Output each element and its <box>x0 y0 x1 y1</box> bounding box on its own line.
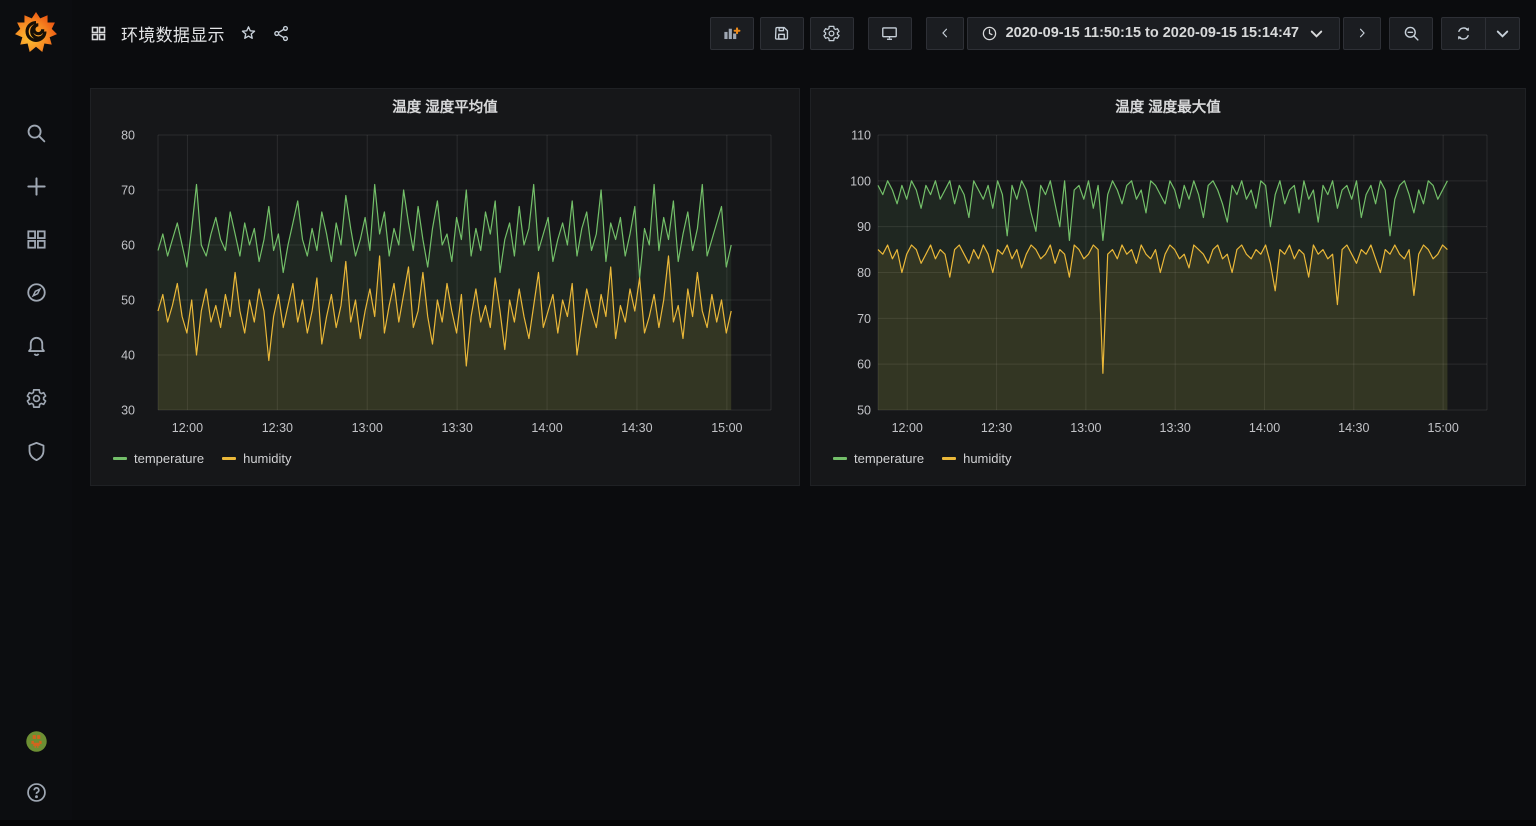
svg-text:12:00: 12:00 <box>892 421 923 435</box>
save-dashboard-button[interactable] <box>759 16 804 50</box>
svg-text:60: 60 <box>857 358 871 372</box>
sidebar <box>0 0 72 826</box>
time-range-label: 2020-09-15 11:50:15 to 2020-09-15 15:14:… <box>1005 25 1299 41</box>
add-icon[interactable] <box>25 175 48 198</box>
panel-avg: 温度 湿度平均值 30 40 50 60 70 80 12:00 12:30 13:00 13:3… <box>90 88 800 486</box>
window-bottom-edge <box>0 820 1536 826</box>
svg-text:14:00: 14:00 <box>1249 421 1280 435</box>
dashboard-title[interactable]: 环境数据显示 <box>121 21 225 46</box>
add-panel-button[interactable] <box>709 16 754 50</box>
alerting-bell-icon[interactable] <box>25 334 48 357</box>
zoom-out-time-button[interactable] <box>1389 16 1433 50</box>
time-back-button[interactable] <box>925 16 964 50</box>
refresh-split-button <box>1441 16 1520 50</box>
svg-text:50: 50 <box>121 294 135 308</box>
svg-text:30: 30 <box>121 404 135 418</box>
svg-text:15:00: 15:00 <box>1428 421 1459 435</box>
legend-item-temperature[interactable]: temperature <box>113 451 204 466</box>
refresh-interval-dropdown[interactable] <box>1485 16 1520 50</box>
star-icon[interactable] <box>239 24 258 43</box>
dashboards-grid-icon <box>90 25 107 42</box>
dashboard-settings-button[interactable] <box>809 16 854 50</box>
legend-dash-humidity <box>942 457 957 460</box>
search-icon[interactable] <box>25 122 48 145</box>
svg-text:12:30: 12:30 <box>981 421 1012 435</box>
svg-text:14:00: 14:00 <box>531 421 562 435</box>
svg-text:15:00: 15:00 <box>711 421 742 435</box>
legend-label: temperature <box>134 451 205 466</box>
svg-text:70: 70 <box>121 184 135 198</box>
grafana-logo-icon[interactable] <box>13 9 59 55</box>
avatar[interactable] <box>18 723 54 759</box>
legend: temperature humidity <box>833 451 1525 466</box>
svg-text:13:00: 13:00 <box>352 421 383 435</box>
svg-text:80: 80 <box>121 129 135 143</box>
chart-avg[interactable]: 30 40 50 60 70 80 12:00 12:30 13:00 13:30 14:00 14:… <box>91 123 799 445</box>
legend-item-humidity[interactable]: humidity <box>942 451 1012 466</box>
refresh-button[interactable] <box>1441 16 1485 50</box>
configuration-gear-icon[interactable] <box>25 387 48 410</box>
time-range-picker[interactable]: 2020-09-15 11:50:15 to 2020-09-15 15:14:… <box>966 16 1340 50</box>
legend-label: temperature <box>854 451 925 466</box>
legend: temperature humidity <box>113 451 799 466</box>
svg-text:12:30: 12:30 <box>262 421 293 435</box>
svg-text:13:30: 13:30 <box>442 421 473 435</box>
legend-dash-temperature <box>833 457 847 460</box>
svg-text:13:00: 13:00 <box>1070 421 1101 435</box>
share-icon[interactable] <box>272 24 291 43</box>
chart-max[interactable]: 50 60 70 80 90 100 110 12:00 12:30 13:00 13:30 14:0… <box>811 123 1525 445</box>
svg-text:100: 100 <box>850 174 871 188</box>
legend-dash-temperature <box>113 457 127 460</box>
svg-text:110: 110 <box>851 129 871 143</box>
svg-text:12:00: 12:00 <box>172 421 203 435</box>
svg-text:13:30: 13:30 <box>1160 421 1191 435</box>
svg-text:80: 80 <box>857 266 871 280</box>
dashboards-icon[interactable] <box>25 228 48 251</box>
panel-max: 温度 湿度最大值 50 60 70 80 90 100 110 12:00 12:30 13:00… <box>810 88 1526 486</box>
svg-text:70: 70 <box>857 312 871 326</box>
svg-text:14:30: 14:30 <box>1338 421 1369 435</box>
cycle-view-mode-button[interactable] <box>867 16 912 50</box>
legend-label: humidity <box>963 451 1012 466</box>
svg-text:90: 90 <box>857 220 871 234</box>
help-icon[interactable] <box>25 781 48 804</box>
legend-label: humidity <box>243 451 292 466</box>
svg-text:14:30: 14:30 <box>621 421 652 435</box>
panel-title[interactable]: 温度 湿度最大值 <box>811 89 1525 123</box>
explore-compass-icon[interactable] <box>25 281 48 304</box>
legend-dash-humidity <box>222 457 237 460</box>
svg-text:50: 50 <box>857 404 871 418</box>
svg-text:60: 60 <box>121 239 135 253</box>
svg-text:40: 40 <box>121 349 135 363</box>
legend-item-humidity[interactable]: humidity <box>222 451 292 466</box>
server-admin-shield-icon[interactable] <box>25 440 48 463</box>
legend-item-temperature[interactable]: temperature <box>833 451 924 466</box>
topbar: 环境数据显示 2020-09-15 11:50:15 to 2020-09-15… <box>72 0 1536 66</box>
panel-title[interactable]: 温度 湿度平均值 <box>91 89 799 123</box>
time-forward-button[interactable] <box>1343 16 1381 50</box>
